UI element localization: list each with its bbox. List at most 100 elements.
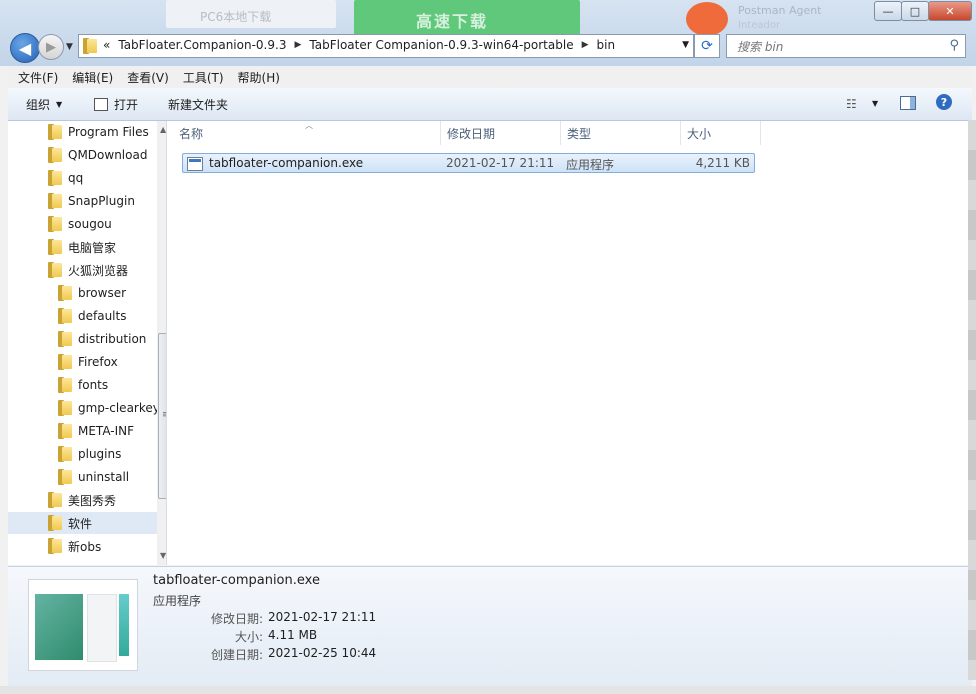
menu-file[interactable]: 文件(F) xyxy=(18,69,58,86)
nav-item[interactable]: 美图秀秀 xyxy=(8,489,116,511)
folder-icon xyxy=(58,331,72,347)
menu-help[interactable]: 帮助(H) xyxy=(238,69,280,86)
file-row[interactable]: tabfloater-companion.exe 2021-02-17 21:1… xyxy=(182,153,755,173)
window-border xyxy=(968,120,976,680)
nav-item[interactable]: 电脑管家 xyxy=(8,236,116,258)
nav-item[interactable]: Program Files xyxy=(8,121,149,143)
nav-item[interactable]: META-INF xyxy=(8,420,134,442)
nav-item[interactable]: SnapPlugin xyxy=(8,190,135,212)
window-border xyxy=(0,686,976,694)
folder-icon xyxy=(48,216,62,232)
nav-item[interactable]: QMDownload xyxy=(8,144,147,166)
column-header-label: 类型 xyxy=(567,126,592,141)
nav-item-label: distribution xyxy=(78,332,147,346)
explorer-window: PC6本地下载 高速下载 Postman Agent Inteador — □ … xyxy=(0,0,976,694)
column-header-type[interactable]: 类型 xyxy=(561,121,681,145)
details-size-value: 4.11 MB xyxy=(268,628,318,642)
address-dropdown-icon[interactable]: ▼ xyxy=(682,40,689,50)
minimize-button[interactable]: — xyxy=(874,1,902,21)
nav-item-label: sougou xyxy=(68,217,112,231)
view-dropdown-icon[interactable]: ▼ xyxy=(872,99,878,108)
scrollbar-thumb[interactable]: ≡ xyxy=(158,333,166,499)
folder-icon xyxy=(58,377,72,393)
nav-item[interactable]: browser xyxy=(8,282,126,304)
background-download-text: 高速下载 xyxy=(416,12,489,31)
organize-button[interactable]: 组织 ▼ xyxy=(26,96,62,113)
nav-item[interactable]: qq xyxy=(8,167,83,189)
change-view-icon[interactable]: ☷ xyxy=(846,97,857,111)
refresh-icon[interactable]: ⟳ xyxy=(694,34,720,58)
breadcrumb-separator-icon[interactable]: ▶ xyxy=(582,40,589,50)
column-header-size[interactable]: 大小 xyxy=(681,121,761,145)
nav-item-label: qq xyxy=(68,171,84,185)
background-download-button: 高速下载 xyxy=(354,0,580,36)
nav-item[interactable]: sougou xyxy=(8,213,112,235)
breadcrumb-item[interactable]: TabFloater.Companion-0.9.3 xyxy=(118,38,286,52)
nav-item-label: Firefox xyxy=(78,355,118,369)
folder-icon xyxy=(48,193,62,209)
file-thumbnail xyxy=(28,579,138,671)
column-header-modified[interactable]: 修改日期 xyxy=(441,121,561,145)
thumbnail-graphic xyxy=(87,594,117,662)
details-created-row: 创建日期: 2021-02-25 10:44 xyxy=(153,646,453,664)
breadcrumb-separator-icon[interactable]: ▶ xyxy=(294,40,301,50)
nav-item-label: browser xyxy=(78,286,127,300)
address-bar[interactable]: « TabFloater.Companion-0.9.3 ▶ TabFloate… xyxy=(78,34,694,58)
menu-view[interactable]: 查看(V) xyxy=(127,69,169,86)
preview-pane-icon[interactable] xyxy=(900,96,916,110)
breadcrumb-item[interactable]: bin xyxy=(597,38,616,52)
folder-icon xyxy=(48,147,62,163)
details-modified-value: 2021-02-17 21:11 xyxy=(268,610,377,624)
column-header-label: 大小 xyxy=(687,126,712,141)
menu-tools[interactable]: 工具(T) xyxy=(183,69,224,86)
details-modified-row: 修改日期: 2021-02-17 21:11 xyxy=(153,610,453,628)
close-button[interactable]: ✕ xyxy=(928,1,972,21)
scroll-up-icon[interactable]: ▲ xyxy=(160,125,166,134)
search-input[interactable] xyxy=(735,37,939,57)
nav-item[interactable]: Firefox xyxy=(8,351,118,373)
nav-item-label: SnapPlugin xyxy=(68,194,135,208)
new-folder-button[interactable]: 新建文件夹 xyxy=(168,96,228,113)
maximize-button[interactable]: □ xyxy=(901,1,929,21)
nav-item-label: fonts xyxy=(78,378,109,392)
recent-pages-dropdown-icon[interactable]: ▼ xyxy=(66,42,73,52)
organize-label: 组织 xyxy=(26,98,51,112)
exe-file-icon xyxy=(187,156,203,171)
details-modified-label: 修改日期: xyxy=(210,612,263,626)
nav-item[interactable]: 软件 xyxy=(8,512,166,534)
open-button[interactable]: 打开 xyxy=(94,96,138,113)
nav-item-label: 美图秀秀 xyxy=(68,493,117,508)
help-icon[interactable]: ? xyxy=(936,94,952,110)
breadcrumb-item[interactable]: TabFloater Companion-0.9.3-win64-portabl… xyxy=(309,38,573,52)
scroll-down-icon[interactable]: ▼ xyxy=(160,551,166,560)
nav-item[interactable]: defaults xyxy=(8,305,126,327)
nav-item-label: 火狐浏览器 xyxy=(68,263,129,278)
folder-icon xyxy=(58,423,72,439)
nav-item[interactable]: 火狐浏览器 xyxy=(8,259,128,281)
background-tab: PC6本地下载 xyxy=(166,0,336,28)
forward-arrow-icon[interactable]: ▶ xyxy=(38,34,64,60)
nav-item-label: defaults xyxy=(78,309,127,323)
file-name-cell: tabfloater-companion.exe xyxy=(187,156,363,171)
folder-icon xyxy=(48,239,62,255)
nav-item[interactable]: 新obs xyxy=(8,535,101,557)
nav-item[interactable]: plugins xyxy=(8,443,121,465)
nav-item-label: Program Files xyxy=(68,125,149,139)
nav-item[interactable]: fonts xyxy=(8,374,108,396)
details-created-value: 2021-02-25 10:44 xyxy=(268,646,377,660)
search-icon[interactable]: ⚲ xyxy=(949,38,959,53)
nav-item[interactable]: gmp-clearkey xyxy=(8,397,160,419)
thumbnail-graphic xyxy=(35,594,83,660)
background-tab-text: PC6本地下载 xyxy=(200,10,272,24)
nav-item[interactable]: distribution xyxy=(8,328,146,350)
menu-edit[interactable]: 编辑(E) xyxy=(72,69,113,86)
nav-item[interactable]: uninstall xyxy=(8,466,129,488)
breadcrumb: « TabFloater.Companion-0.9.3 ▶ TabFloate… xyxy=(103,38,615,52)
folder-icon xyxy=(48,262,62,278)
nav-item-label: gmp-clearkey xyxy=(78,401,160,415)
back-arrow-icon[interactable]: ◀ xyxy=(10,33,40,63)
nav-scrollbar[interactable]: ▲ ≡ ▼ xyxy=(157,121,166,565)
details-created-label: 创建日期: xyxy=(210,648,263,662)
breadcrumb-overflow[interactable]: « xyxy=(103,38,110,52)
file-modified-cell: 2021-02-17 21:11 xyxy=(446,156,555,170)
